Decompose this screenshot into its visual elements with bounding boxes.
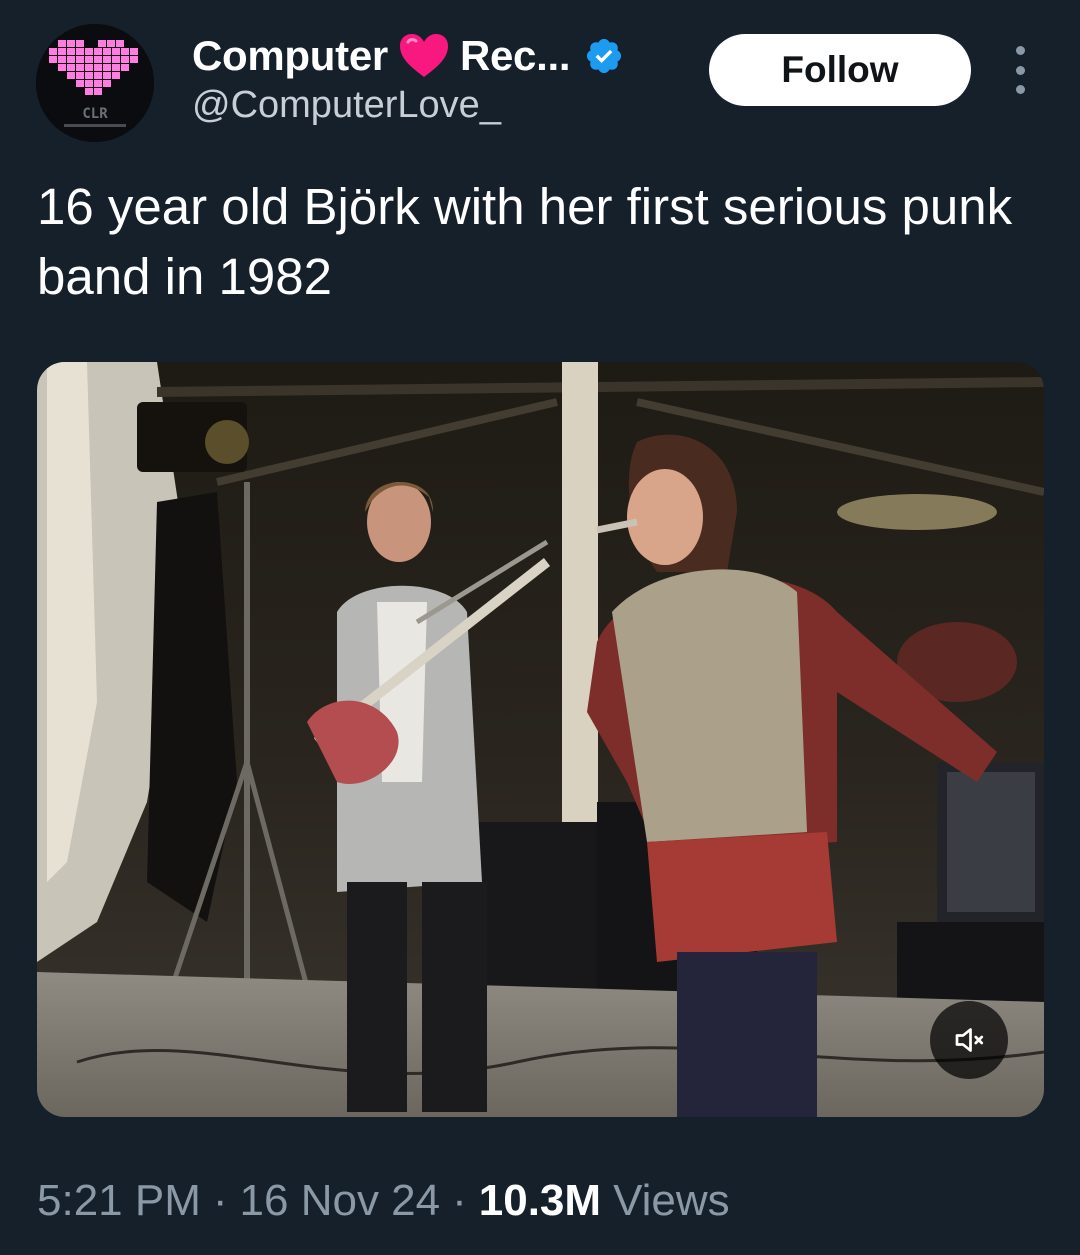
- video-player[interactable]: [37, 362, 1044, 1117]
- volume-muted-icon: [951, 1022, 987, 1058]
- verified-badge-icon: [584, 36, 624, 76]
- svg-text:CLR: CLR: [82, 106, 108, 122]
- post-date[interactable]: 16 Nov 24: [240, 1176, 441, 1226]
- avatar[interactable]: CLR: [36, 24, 154, 142]
- more-options-icon[interactable]: [1004, 46, 1036, 94]
- meta-separator: ·: [452, 1176, 467, 1225]
- follow-button[interactable]: Follow: [709, 34, 971, 106]
- pixel-heart-logo: CLR: [36, 24, 154, 142]
- display-name[interactable]: Computer: [192, 32, 388, 80]
- account-handle[interactable]: @ComputerLove_: [192, 84, 501, 127]
- video-frame: [37, 362, 1044, 1117]
- heart-icon: [398, 33, 450, 79]
- tweet-text: 16 year old Björk with her first serious…: [37, 178, 1013, 305]
- post-time[interactable]: 5:21 PM: [37, 1176, 201, 1226]
- meta-separator: ·: [212, 1176, 228, 1225]
- name-row[interactable]: Computer Rec...: [192, 30, 624, 82]
- views-count: 10.3M: [478, 1176, 602, 1225]
- views-label: Views: [613, 1176, 730, 1225]
- display-name-suffix[interactable]: Rec...: [460, 32, 571, 80]
- mute-toggle-button[interactable]: [930, 1001, 1008, 1079]
- tweet-meta: 5:21 PM · 16 Nov 24 · 10.3M Views: [37, 1176, 730, 1226]
